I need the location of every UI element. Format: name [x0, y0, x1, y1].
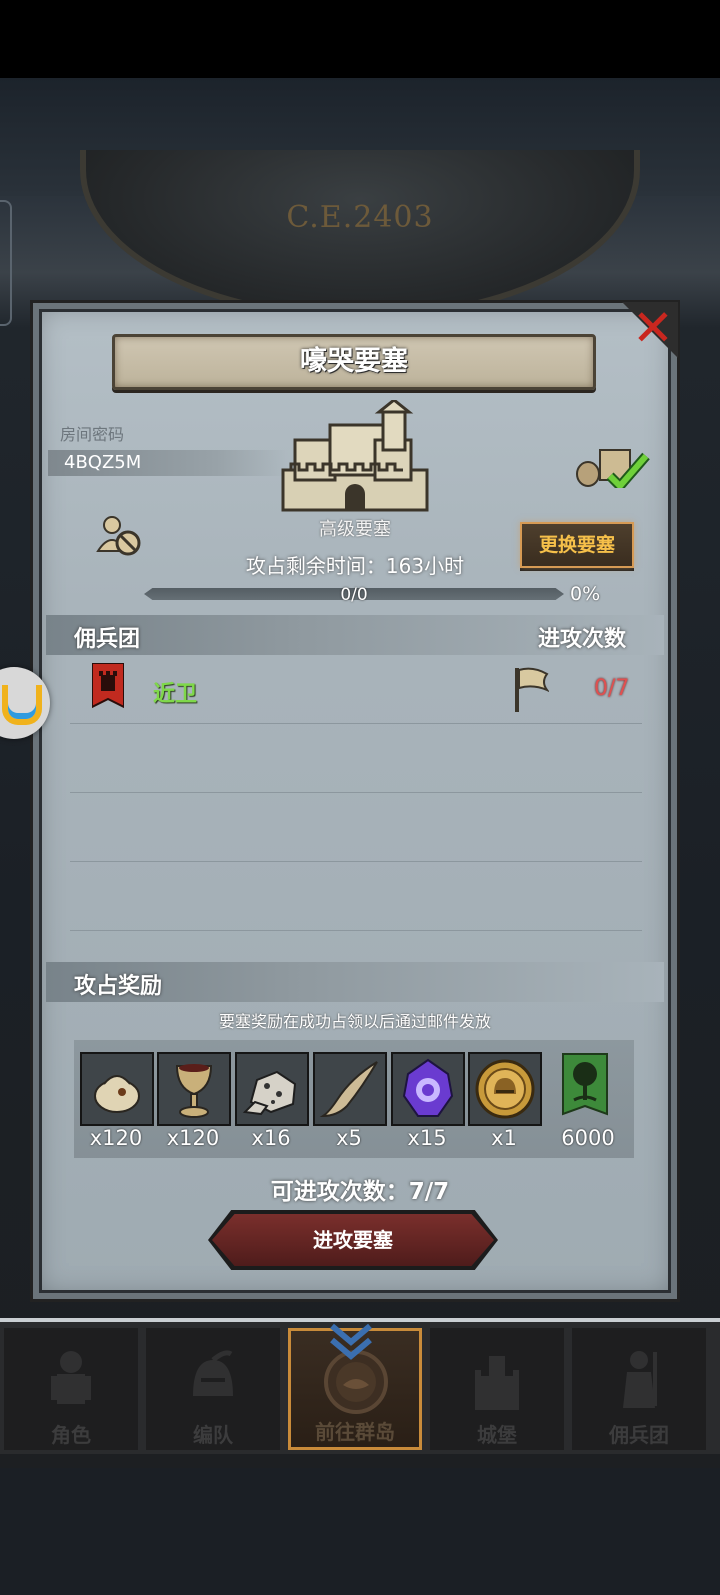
user-block-icon[interactable] — [96, 515, 142, 557]
castle-icon — [281, 400, 429, 512]
nav-label: 佣兵团 — [609, 1423, 669, 1447]
nav-item-mercenary[interactable]: 佣兵团 — [572, 1328, 706, 1450]
row-divider — [70, 723, 642, 724]
reward-slot-7[interactable] — [560, 1052, 632, 1126]
row-divider — [70, 861, 642, 862]
reward-slot-4[interactable] — [313, 1052, 387, 1126]
fortress-type: 高级要塞 — [319, 519, 391, 540]
knight-icon — [51, 1351, 91, 1404]
sack-icon — [80, 1052, 154, 1126]
rewards-note: 要塞奖励在成功占领以后通过邮件发放 — [218, 1012, 491, 1031]
progress-percent: 0% — [570, 583, 601, 605]
gold-helmet-coin-icon — [468, 1052, 542, 1126]
reward-check-icon[interactable] — [574, 442, 654, 488]
room-code[interactable]: 4BQZ5M — [64, 450, 141, 476]
title-scroll: 嚎哭要塞 — [112, 334, 596, 390]
soldier-icon — [623, 1351, 657, 1408]
dialog-title: 嚎哭要塞 — [300, 346, 408, 377]
reward-qty-3: x16 — [251, 1126, 291, 1150]
reward-slot-2[interactable] — [157, 1052, 231, 1126]
remaining-time: 攻占剩余时间：163小时 — [245, 554, 465, 578]
reward-qty-6: x1 — [491, 1126, 517, 1150]
goblet-icon — [157, 1052, 231, 1126]
reward-qty-4: x5 — [336, 1126, 362, 1150]
reward-slot-1[interactable] — [80, 1052, 154, 1126]
ore-icon — [235, 1052, 309, 1126]
side-tab[interactable] — [0, 200, 12, 326]
room-label: 房间密码 — [60, 425, 125, 444]
tree-banner-icon — [562, 1053, 608, 1116]
mercenary-header: 佣兵团 — [74, 627, 141, 652]
reward-qty-2: x120 — [166, 1126, 220, 1150]
nav-item-character[interactable]: 角色 — [4, 1328, 138, 1450]
close-icon: ✕ — [632, 299, 674, 357]
nav-item-castle[interactable]: 城堡 — [430, 1328, 564, 1450]
status-bar — [0, 0, 720, 78]
flag-icon — [515, 667, 549, 712]
row-divider — [70, 930, 642, 931]
reward-slot-3[interactable] — [235, 1052, 309, 1126]
rewards-header: 攻占奖励 — [74, 974, 163, 999]
close-button[interactable]: ✕ — [628, 302, 678, 354]
attack-attempts: 可进攻次数：7/7 — [270, 1179, 450, 1205]
reward-slot-6[interactable] — [468, 1052, 542, 1126]
chevron-down-icon — [330, 1323, 372, 1360]
attack-fortress-button[interactable]: 进攻要塞 — [212, 1214, 494, 1266]
nav-item-formation[interactable]: 编队 — [146, 1328, 280, 1450]
reward-slot-5[interactable] — [391, 1052, 465, 1126]
nav-label: 编队 — [193, 1423, 233, 1447]
attack-count-header: 进攻次数 — [538, 627, 627, 652]
purple-crystal-icon — [391, 1052, 465, 1126]
assistant-logo-icon — [2, 685, 42, 725]
nav-label: 城堡 — [477, 1423, 517, 1447]
bottom-band — [0, 1468, 720, 1595]
change-fortress-button[interactable]: 更换要塞 — [520, 522, 634, 568]
row-divider — [70, 792, 642, 793]
castle-icon — [475, 1356, 519, 1410]
reward-qty-7: 6000 — [561, 1126, 615, 1150]
mercenary-name[interactable]: 近卫 — [153, 676, 197, 708]
mercenary-attack-count: 0/7 — [594, 676, 630, 701]
helmet-icon — [193, 1350, 233, 1396]
year-label: C.E.2403 — [286, 200, 434, 235]
mercenary-banner-icon — [92, 663, 124, 709]
nav-label: 角色 — [51, 1423, 91, 1447]
horn-icon — [313, 1052, 387, 1126]
nav-label: 前往群岛 — [315, 1420, 395, 1444]
progress-value: 0/0 — [340, 585, 368, 605]
